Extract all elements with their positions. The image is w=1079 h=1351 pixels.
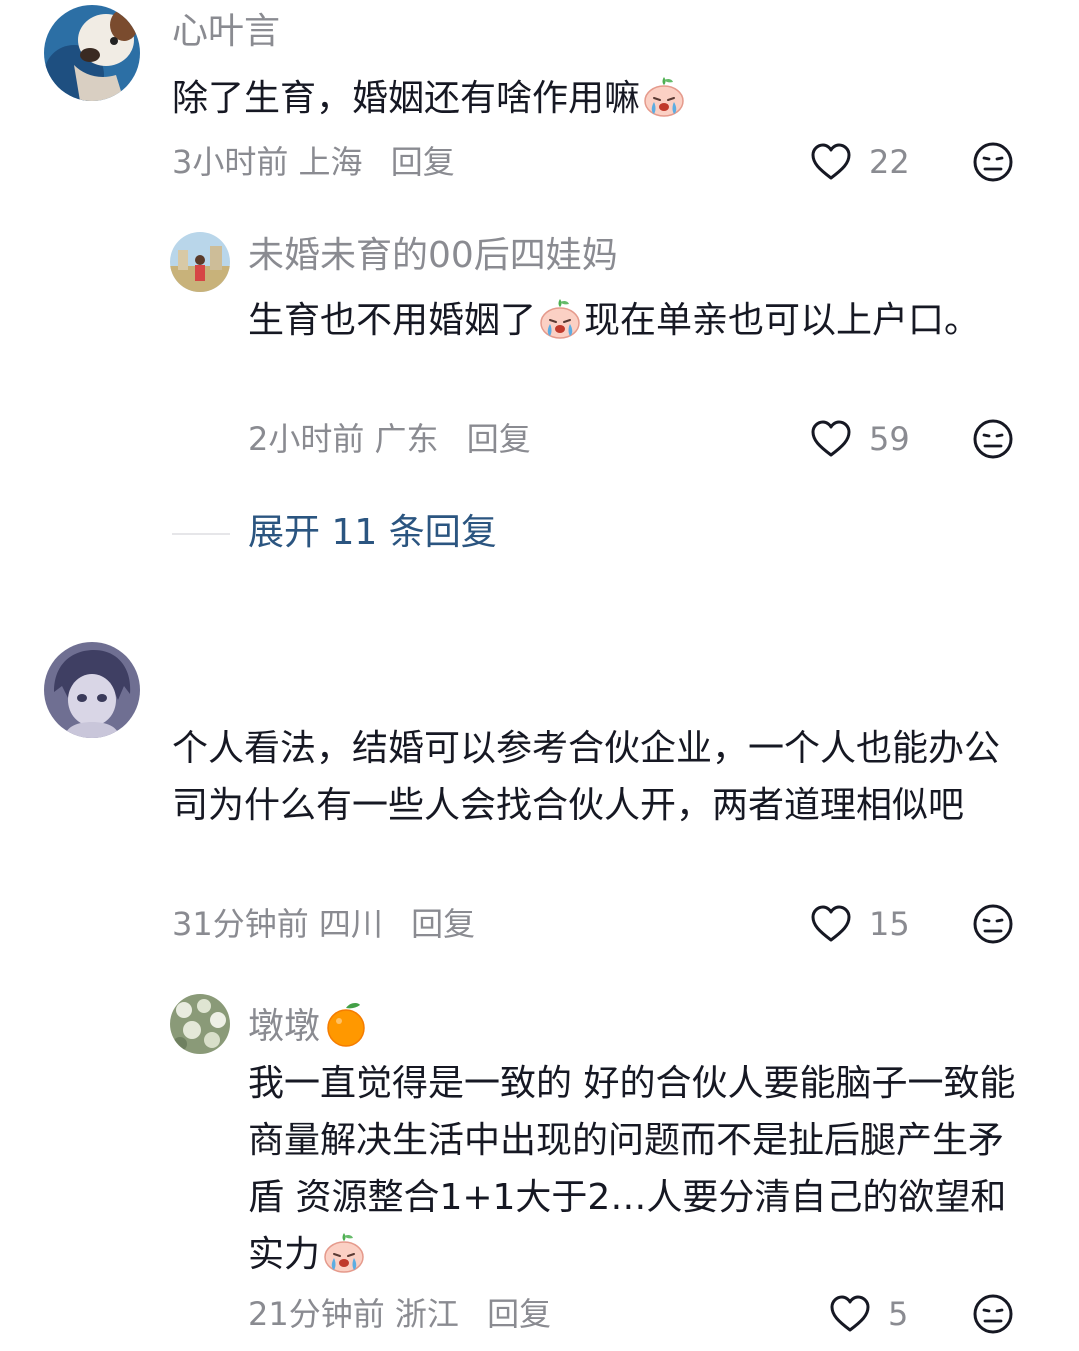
comment-time: 31分钟前 (172, 905, 309, 943)
avatar-flowers-image (170, 994, 230, 1054)
avatar[interactable] (44, 642, 140, 738)
avatar[interactable] (44, 5, 140, 101)
reply-time: 21分钟前 (248, 1295, 385, 1333)
like-count: 15 (869, 905, 910, 943)
like-button[interactable]: 15 (809, 902, 910, 946)
reply-username[interactable]: 未婚未育的00后四娃妈 (248, 238, 618, 274)
comment-location: 上海 (298, 143, 363, 181)
reply-time: 2小时前 (248, 420, 365, 458)
comment-meta: 3小时前 上海 回复 (172, 146, 455, 178)
reply-username-text: 墩墩 (248, 1006, 321, 1047)
reply-location: 浙江 (394, 1295, 459, 1333)
comment-meta: 31分钟前 四川 回复 (172, 908, 475, 940)
reply-text-part-1: 生育也不用婚姻了 (248, 300, 537, 341)
reply-username[interactable]: 墩墩 (248, 1000, 370, 1048)
avatar-anime-image (44, 642, 140, 738)
avatar-dog-image (44, 5, 140, 101)
dislike-face-icon[interactable] (971, 140, 1015, 184)
reply-button[interactable]: 回复 (391, 143, 455, 181)
heart-icon[interactable] (809, 902, 853, 946)
crying-face-emoji (538, 296, 582, 340)
heart-icon[interactable] (828, 1292, 872, 1336)
dislike-face-icon[interactable] (971, 902, 1015, 946)
like-count: 22 (869, 143, 910, 181)
expand-replies-button[interactable]: 展开 11 条回复 (248, 515, 497, 551)
heart-icon[interactable] (809, 140, 853, 184)
reply-text-part-2: 现在单亲也可以上户口。 (584, 300, 981, 341)
comment-text-content: 个人看法，结婚可以参考合伙企业，一个人也能办公司为什么有一些人会找合伙人开，两者… (172, 728, 1001, 826)
comment-text-content: 除了生育，婚姻还有啥作用嘛 (172, 78, 641, 119)
crying-face-emoji (642, 74, 686, 118)
comment-time: 3小时前 (172, 143, 289, 181)
comment-text: 个人看法，结婚可以参考合伙企业，一个人也能办公司为什么有一些人会找合伙人开，两者… (172, 720, 1017, 834)
reply-button[interactable]: 回复 (487, 1295, 551, 1333)
like-button[interactable]: 22 (809, 140, 910, 184)
comment-username[interactable]: 心叶言 (172, 14, 280, 50)
reply-button[interactable]: 回复 (467, 420, 531, 458)
like-button[interactable]: 5 (828, 1292, 908, 1336)
comment-text: 除了生育，婚姻还有啥作用嘛 (172, 70, 972, 127)
heart-icon[interactable] (809, 417, 853, 461)
like-count: 5 (888, 1295, 909, 1333)
reply-location: 广东 (374, 420, 439, 458)
reply-text: 生育也不用婚姻了 现在单亲也可以上户口。 (248, 292, 1018, 349)
like-count: 59 (869, 420, 910, 458)
reply-meta: 2小时前 广东 回复 (248, 423, 531, 455)
reply-avatar[interactable] (170, 232, 230, 292)
reply-button[interactable]: 回复 (411, 905, 475, 943)
dislike-face-icon[interactable] (971, 1292, 1015, 1336)
avatar-photo-image (170, 232, 230, 292)
tangerine-emoji (322, 1000, 370, 1048)
comment-location: 四川 (318, 905, 383, 943)
reply-text: 我一直觉得是一致的 好的合伙人要能脑子一致能商量解决生活中出现的问题而不是扯后腿… (248, 1055, 1023, 1283)
expand-divider (172, 533, 230, 535)
reply-avatar[interactable] (170, 994, 230, 1054)
reply-meta: 21分钟前 浙江 回复 (248, 1298, 551, 1330)
like-button[interactable]: 59 (809, 417, 910, 461)
crying-face-emoji (322, 1230, 366, 1274)
dislike-face-icon[interactable] (971, 417, 1015, 461)
